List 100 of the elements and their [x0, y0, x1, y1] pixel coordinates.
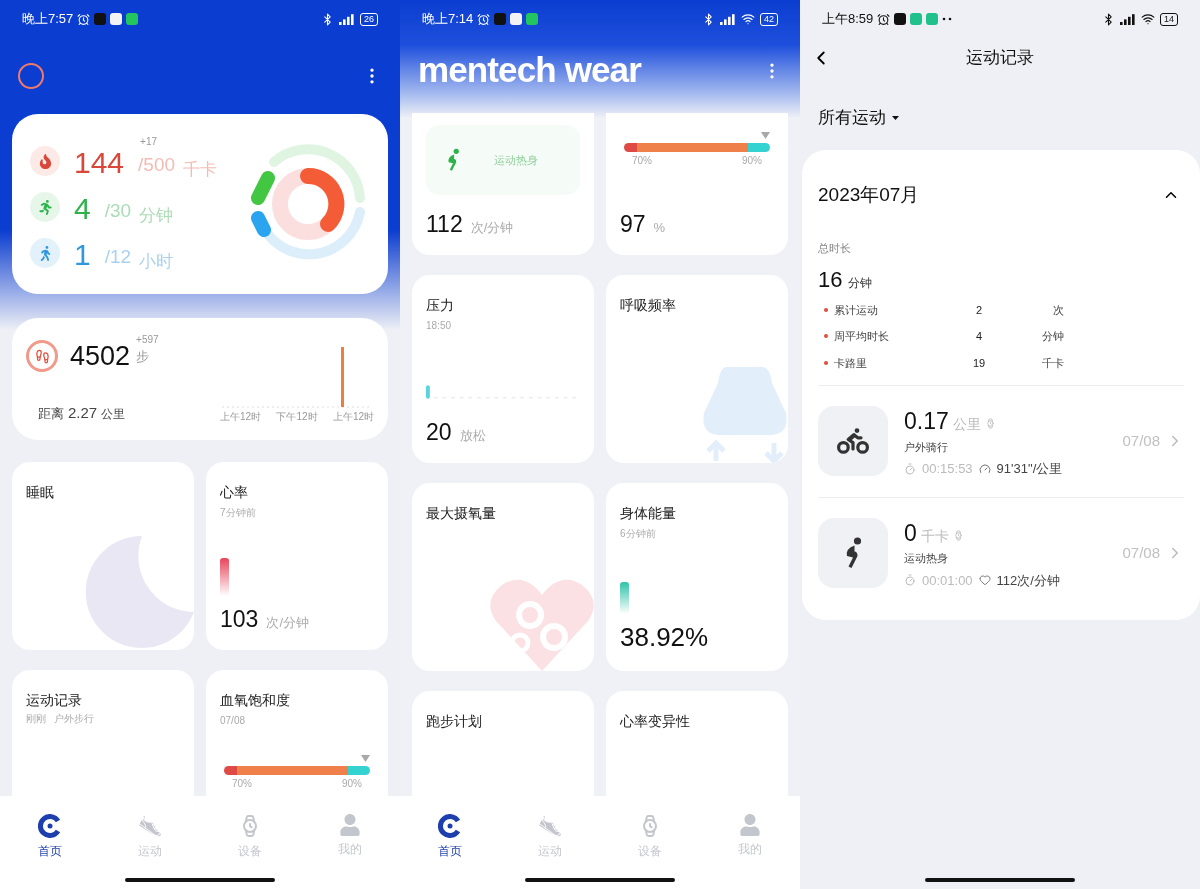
metric-unit: %	[653, 218, 666, 237]
ring-icon[interactable]	[18, 63, 44, 89]
person-icon	[339, 814, 361, 836]
timer-icon	[904, 462, 916, 475]
total-value: 16	[818, 265, 843, 294]
app-icon	[494, 13, 507, 25]
battery-indicator: 26	[360, 12, 378, 26]
nav-tab[interactable]: 我的	[320, 814, 380, 860]
activity-value: 1	[74, 240, 91, 270]
card-title: 压力	[426, 296, 455, 315]
range-label: 90%	[342, 777, 362, 791]
activity-unit: 千卡	[183, 161, 218, 178]
status-time: 晚上7:57	[22, 10, 74, 29]
app-icon	[910, 13, 923, 25]
app-icon	[94, 13, 107, 25]
steps-value: 4502	[70, 340, 131, 373]
stat-value: 19	[971, 355, 987, 371]
distance-unit: 公里	[101, 405, 126, 423]
card-title: 心率变异性	[620, 712, 691, 731]
nav-tab[interactable]: 首页	[420, 814, 480, 860]
record-metric: 112次/分钟	[996, 571, 1060, 590]
workout-record-row[interactable]: 0.17 公里 户外骑行 00:15:53 91'31"/公里 07/08	[818, 386, 1184, 498]
metric-value: 103	[220, 604, 259, 634]
nav-tab[interactable]: 首页	[20, 814, 80, 860]
person-icon	[739, 814, 761, 836]
metric-value: 20	[426, 417, 452, 447]
metric-value: 112	[426, 209, 463, 239]
alarm-icon	[77, 12, 91, 26]
bullet-icon	[824, 307, 828, 312]
bullet-icon	[824, 334, 828, 339]
nav-tab[interactable]: 设备	[620, 814, 680, 860]
record-unit: 千卡	[920, 526, 949, 546]
card-title: 血氧饱和度	[220, 691, 291, 710]
record-date: 07/08	[1122, 431, 1160, 451]
record-value: 0.17	[904, 407, 949, 436]
signal-icon	[720, 13, 736, 25]
metric-unit: 次/分钟	[470, 218, 514, 237]
nav-tab[interactable]: 我的	[720, 814, 780, 860]
card-title: 睡眠	[26, 483, 55, 502]
card-title: 运动记录	[26, 691, 83, 710]
bluetooth-icon	[321, 12, 334, 26]
activity-delta: +17	[140, 135, 158, 149]
standing-icon	[30, 238, 60, 268]
activity-value: 144	[74, 148, 125, 178]
signal-icon	[339, 13, 355, 25]
axis-label: 上午12时	[332, 410, 374, 424]
card-subtitle: 6分钟前	[620, 527, 657, 541]
wifi-icon	[1141, 12, 1155, 26]
record-duration: 00:01:00	[922, 571, 973, 590]
card-title: 呼吸频率	[620, 296, 677, 315]
nav-tab[interactable]: 设备	[220, 814, 280, 860]
card-subtitle: 7分钟前	[220, 506, 257, 520]
range-label: 70%	[632, 154, 652, 168]
activity-goal: /12	[104, 246, 132, 267]
card-title: 最大摄氧量	[426, 504, 497, 523]
card-subtitle: 刚刚	[26, 712, 46, 726]
more-notifications-icon	[942, 17, 953, 21]
card-title: 身体能量	[620, 504, 677, 523]
metric-value: 97	[620, 209, 646, 239]
stat-value: 4	[974, 329, 984, 344]
app-icon	[526, 13, 539, 25]
steps-unit: 步	[136, 348, 151, 366]
stat-unit: 分钟	[1041, 329, 1064, 344]
card-subtitle: 07/08	[220, 714, 247, 728]
app-icon	[510, 13, 523, 25]
status-time: 晚上7:14	[422, 10, 474, 29]
filter-dropdown[interactable]: 所有运动	[818, 105, 899, 131]
range-label: 70%	[232, 777, 252, 791]
activity-goal: /30	[104, 200, 132, 221]
battery-indicator: 14	[1160, 12, 1178, 26]
page-title: 运动记录	[966, 47, 1034, 70]
activity-goal: /500	[138, 154, 176, 175]
total-label: 总时长	[818, 241, 852, 256]
stat-unit: 次	[1052, 302, 1064, 318]
range-label: 90%	[742, 154, 762, 168]
record-value: 0	[904, 518, 917, 548]
stat-label: 累计运动	[834, 302, 878, 318]
watch-icon	[984, 418, 996, 429]
workout-record-row[interactable]: 0 千卡 运动热身 00:01:00 112次/分钟 07/08	[818, 497, 1184, 608]
activity-unit: 小时	[139, 253, 174, 270]
battery-indicator: 42	[760, 12, 778, 26]
card-detail: 户外步行	[54, 712, 94, 726]
record-name: 户外骑行	[904, 439, 949, 455]
steps-ring-icon	[26, 340, 58, 373]
record-date: 07/08	[1122, 542, 1160, 563]
workout-activity-name: 运动热身	[494, 152, 538, 168]
stat-label: 卡路里	[834, 355, 867, 371]
record-duration: 00:15:53	[922, 460, 973, 478]
stat-value: 2	[974, 302, 984, 318]
gauge-icon	[978, 462, 991, 475]
app-logo: mentech wear	[418, 49, 641, 92]
watch-icon	[952, 529, 964, 541]
calories-icon	[30, 146, 60, 176]
axis-label: 下午12时	[276, 410, 318, 424]
dropdown-caret-icon	[892, 116, 899, 120]
card-subtitle: 18:50	[426, 319, 453, 333]
metric-unit: 放松	[459, 426, 486, 445]
record-metric: 91'31"/公里	[996, 460, 1063, 478]
home-logo-icon	[38, 814, 62, 838]
card-title: 心率	[220, 483, 249, 502]
